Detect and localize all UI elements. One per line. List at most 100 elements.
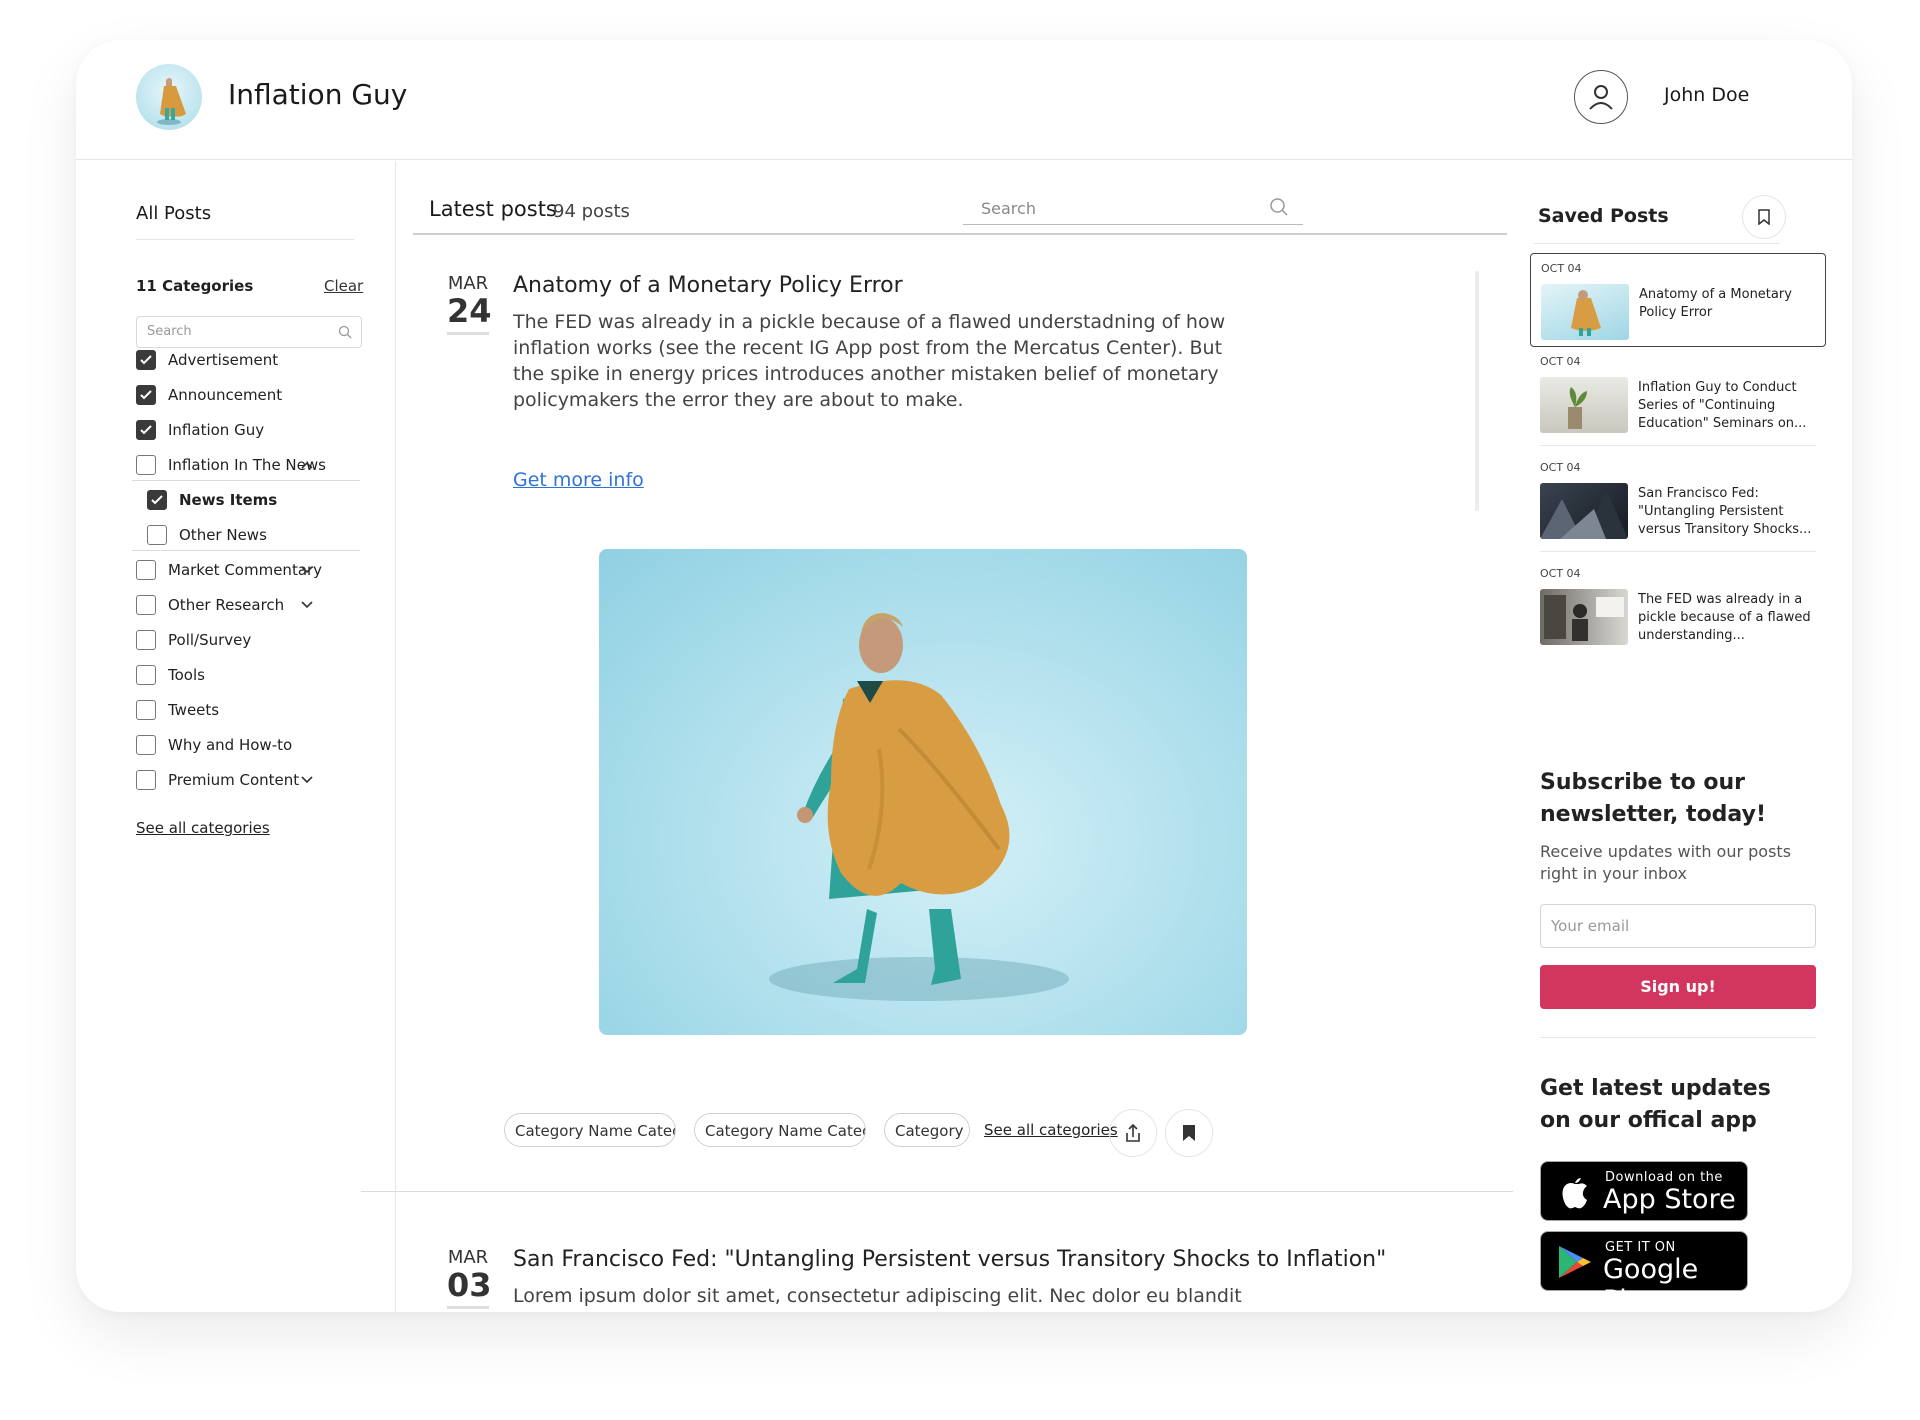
see-all-categories-link[interactable]: See all categories (984, 1121, 1118, 1139)
bookmark-button[interactable] (1165, 1109, 1213, 1157)
user-avatar[interactable] (1574, 70, 1628, 124)
scrollbar[interactable] (1475, 271, 1479, 511)
category-search-placeholder: Search (147, 324, 192, 339)
category-sidebar: All Posts 11 Categories Clear Search Adv… (76, 161, 396, 1312)
post-excerpt: The FED was already in a pickle because … (513, 311, 1226, 411)
category-other-news[interactable]: Other News (147, 522, 267, 548)
saved-post-item[interactable]: OCT 04 Anatomy of a Monetary Policy Erro… (1530, 253, 1826, 347)
checkbox-icon[interactable] (136, 665, 156, 685)
category-market-commentary[interactable]: Market Commentary (136, 557, 322, 583)
post-search-input[interactable]: Search (963, 191, 1303, 225)
feed-title: Latest posts (429, 197, 557, 221)
newsletter-text: Receive updates with our posts right in … (1540, 842, 1792, 883)
saved-post-item[interactable]: OCT 04 The FED was already in a pickle b… (1540, 559, 1816, 653)
sign-up-button[interactable]: Sign up! (1540, 965, 1816, 1009)
get-more-info-link[interactable]: Get more info (513, 469, 644, 491)
saved-bookmark-button[interactable] (1742, 195, 1786, 239)
email-field[interactable]: Your email (1540, 904, 1816, 948)
post-day: 24 (447, 294, 492, 335)
share-button[interactable] (1109, 1109, 1157, 1157)
category-label: Other Research (168, 596, 285, 614)
checkbox-icon[interactable] (136, 560, 156, 580)
chevron-down-icon[interactable] (300, 773, 314, 787)
checkbox-icon[interactable] (136, 630, 156, 650)
checkbox-checked-icon[interactable] (136, 420, 156, 440)
checkbox-icon[interactable] (136, 595, 156, 615)
category-announcement[interactable]: Announcement (136, 382, 282, 408)
category-label: News Items (179, 491, 278, 509)
post-title[interactable]: San Francisco Fed: "Untangling Persisten… (513, 1247, 1386, 1272)
chevron-down-icon[interactable] (300, 598, 314, 612)
category-search-input[interactable]: Search (136, 316, 362, 348)
category-other-research[interactable]: Other Research (136, 592, 284, 618)
logo[interactable] (136, 64, 202, 130)
bookmark-icon (1758, 209, 1770, 225)
see-all-categories-link[interactable]: See all categories (136, 819, 270, 837)
saved-post-thumbnail (1541, 284, 1629, 340)
category-advertisement[interactable]: Advertisement (136, 347, 278, 373)
all-posts-link[interactable]: All Posts (136, 203, 211, 224)
post-excerpt: Lorem ipsum dolor sit amet, consectetur … (513, 1285, 1242, 1312)
category-premium-content[interactable]: Premium Content (136, 767, 299, 793)
superhero-illustration (769, 613, 1069, 1001)
chevron-down-icon[interactable] (300, 563, 314, 577)
post-hero-image[interactable] (599, 549, 1247, 1035)
category-label: Poll/Survey (168, 631, 252, 649)
category-label: Inflation Guy (168, 421, 265, 439)
app-store-big-text: App Store (1603, 1184, 1736, 1215)
saved-post-date: OCT 04 (1540, 567, 1581, 580)
app-window: Inflation Guy John Doe All Posts 11 Cate… (76, 40, 1852, 1312)
brand-name[interactable]: Inflation Guy (228, 78, 407, 111)
checkbox-checked-icon[interactable] (136, 350, 156, 370)
newsletter-title: Subscribe to our newsletter, today! (1540, 770, 1766, 827)
saved-post-item[interactable]: OCT 04 Inflation Guy to Conduct Series o… (1540, 347, 1816, 446)
category-tweets[interactable]: Tweets (136, 697, 219, 723)
category-label: Other News (179, 526, 267, 544)
checkbox-icon[interactable] (136, 770, 156, 790)
clear-button[interactable]: Clear (324, 277, 363, 295)
google-play-icon (1559, 1246, 1591, 1278)
chevron-up-icon[interactable] (300, 458, 314, 472)
checkbox-icon[interactable] (136, 455, 156, 475)
category-label: Announcement (168, 386, 283, 404)
checkbox-checked-icon[interactable] (136, 385, 156, 405)
saved-post-title: Inflation Guy to Conduct Series of "Cont… (1638, 380, 1807, 431)
user-name[interactable]: John Doe (1664, 84, 1749, 106)
category-tools[interactable]: Tools (136, 662, 205, 688)
apple-icon (1562, 1178, 1587, 1209)
checkbox-icon[interactable] (147, 525, 167, 545)
checkbox-icon[interactable] (136, 700, 156, 720)
app-store-badge[interactable]: Download on the App Store (1540, 1161, 1748, 1221)
category-label: Market Commentary (168, 561, 323, 579)
category-chip[interactable]: Category Name Category (504, 1113, 676, 1147)
post-count: 94 posts (553, 201, 630, 222)
app-promo-title: Get latest updates on our offical app (1540, 1076, 1771, 1133)
saved-post-date: OCT 04 (1541, 262, 1582, 275)
user-icon (1589, 85, 1613, 110)
category-chip[interactable]: Category Name Category (694, 1113, 866, 1147)
saved-post-title: Anatomy of a Monetary Policy Error (1639, 287, 1792, 320)
share-icon (1126, 1123, 1140, 1142)
right-sidebar: Saved Posts OCT 04 Anatomy of a Monetary… (1514, 161, 1852, 1312)
category-inflation-in-the-news[interactable]: Inflation In The News (136, 452, 326, 478)
bookmark-filled-icon (1183, 1125, 1195, 1141)
saved-post-item[interactable]: OCT 04 San Francisco Fed: "Untangling Pe… (1540, 453, 1816, 552)
category-inflation-guy[interactable]: Inflation Guy (136, 417, 264, 443)
category-label: Advertisement (168, 351, 279, 369)
checkbox-icon[interactable] (136, 735, 156, 755)
search-icon[interactable] (1269, 197, 1289, 217)
category-poll-survey[interactable]: Poll/Survey (136, 627, 251, 653)
category-why-and-how-to[interactable]: Why and How-to (136, 732, 292, 758)
divider (1540, 551, 1816, 552)
category-chip[interactable]: Category Na (884, 1113, 970, 1147)
post-title[interactable]: Anatomy of a Monetary Policy Error (513, 273, 903, 298)
saved-post-thumbnail (1540, 483, 1628, 539)
google-play-badge[interactable]: GET IT ON Google Play (1540, 1231, 1748, 1312)
category-news-items[interactable]: News Items (147, 487, 277, 513)
saved-post-date: OCT 04 (1540, 461, 1581, 474)
checkbox-checked-icon[interactable] (147, 490, 167, 510)
category-label: Tools (168, 666, 205, 684)
posts-feed: Latest posts 94 posts Search MAR 24 Anat… (361, 161, 1513, 1312)
google-play-small-text: GET IT ON (1605, 1240, 1676, 1255)
saved-post-title: The FED was already in a pickle because … (1638, 592, 1811, 643)
